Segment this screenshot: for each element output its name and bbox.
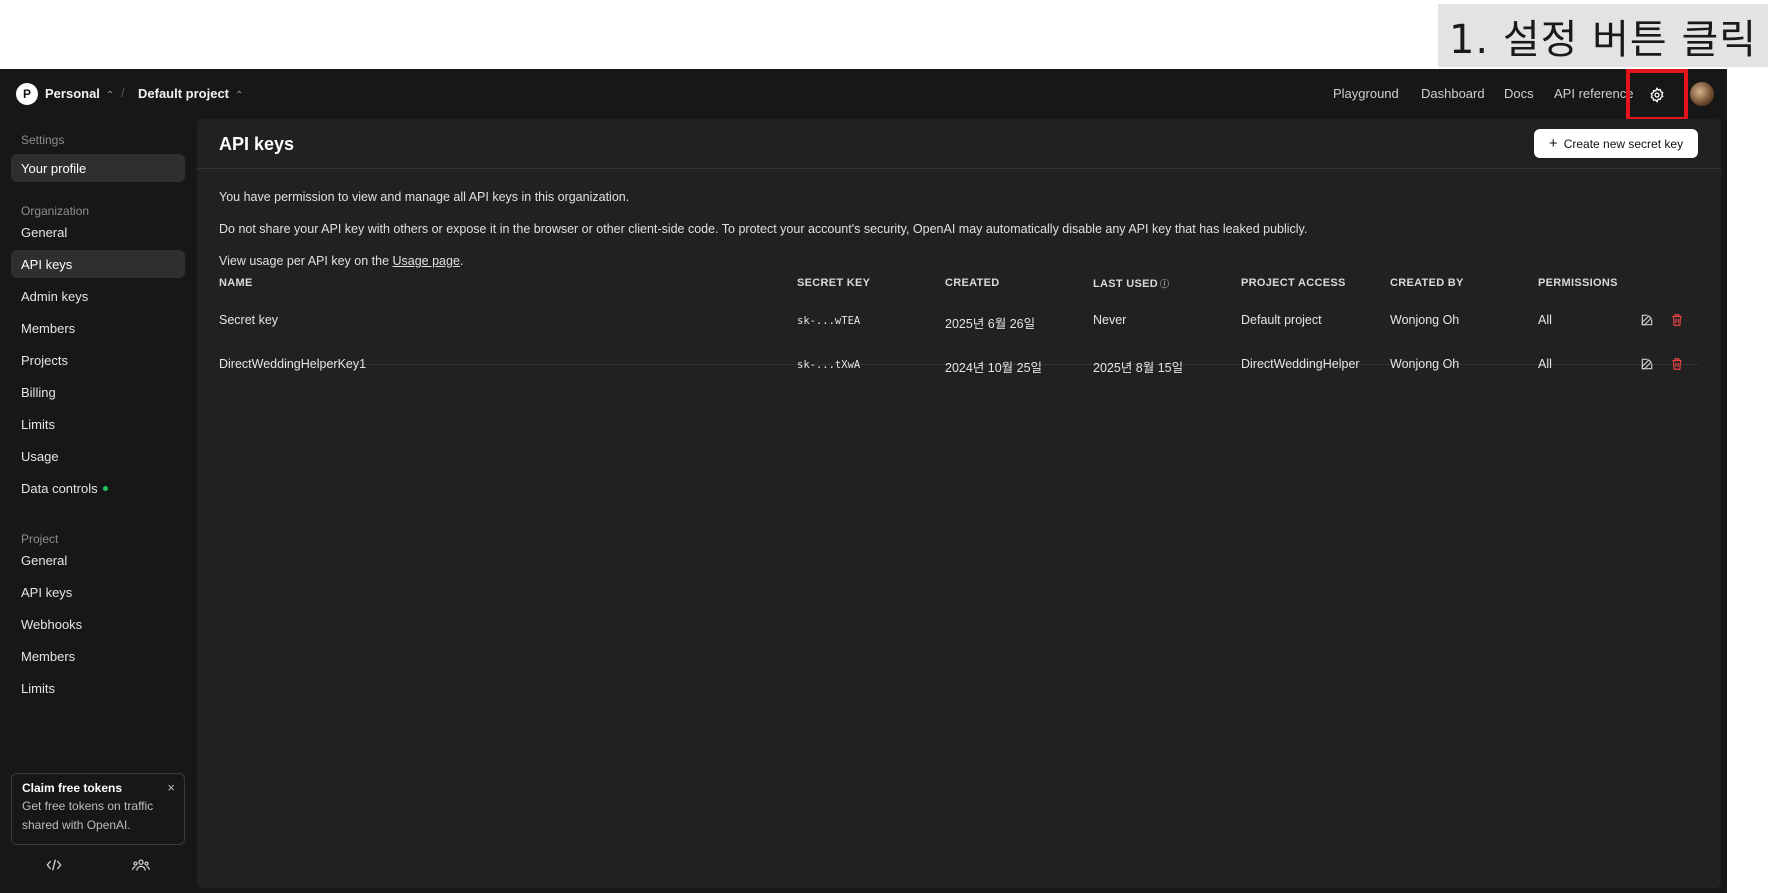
usage-note: View usage per API key on the Usage page… [219,254,463,268]
column-header-created: CREATED [945,277,1000,289]
sidebar-item-your-profile[interactable]: Your profile [11,154,185,182]
sidebar-item-project-general[interactable]: General [11,546,185,574]
chevron-updown-icon: ⌃ [235,90,244,101]
user-avatar[interactable] [1690,82,1714,106]
secret-key-value: sk-...wTEA [797,315,861,327]
nav-api-reference[interactable]: API reference [1554,86,1634,101]
project-access: DirectWeddingHelper [1241,357,1360,371]
sidebar-item-webhooks[interactable]: Webhooks [11,610,185,638]
sidebar-item-org-general[interactable]: General [11,218,185,246]
permissions: All [1538,357,1552,371]
security-note: Do not share your API key with others or… [219,222,1308,236]
page-title: API keys [219,134,295,154]
project-heading: Project [21,532,59,546]
permission-note: You have permission to view and manage a… [219,190,630,204]
sidebar-item-org-members[interactable]: Members [11,314,185,342]
sidebar-item-org-api-keys[interactable]: API keys [11,250,185,278]
secret-key-value: sk-...tXwA [797,359,861,371]
sidebar-item-project-api-keys[interactable]: API keys [11,578,185,606]
column-header-label: LAST USED [1093,278,1159,290]
created-by: Wonjong Oh [1390,313,1460,327]
last-used: 2025년 8월 15일 [1093,361,1184,375]
sidebar-item-org-limits[interactable]: Limits [11,410,185,438]
key-name: Secret key [219,313,279,327]
create-button-label: Create new secret key [1563,136,1684,151]
sidebar-item-data-controls[interactable]: Data controls [11,474,185,502]
sidebar-item-label: Data controls [21,480,98,496]
project-access: Default project [1241,313,1322,327]
column-header-last-used: LAST USED ⓘ [1093,277,1169,290]
delete-icon[interactable] [1668,311,1686,329]
table-row: Secret key sk-...wTEA 2025년 6월 26일 Never… [219,299,1698,343]
sidebar-item-billing[interactable]: Billing [11,378,185,406]
settings-button[interactable] [1626,69,1688,121]
main-panel: API keys + Create new secret key You hav… [197,119,1721,888]
promo-body: Get free tokens on traffic shared with O… [22,799,154,832]
table-row: DirectWeddingHelperKey1 sk-...tXwA 2024년… [219,343,1698,387]
community-icon[interactable] [132,858,150,877]
created-by: Wonjong Oh [1390,357,1460,371]
column-header-created-by: CREATED BY [1390,277,1464,289]
close-icon[interactable]: × [167,780,175,795]
project-name: Default project [138,86,230,101]
column-header-permissions: PERMISSIONS [1538,277,1618,289]
gear-icon [1650,87,1664,103]
nav-dashboard[interactable]: Dashboard [1421,86,1485,101]
org-avatar[interactable]: P [16,83,38,105]
usage-note-suffix: . [459,254,464,268]
sidebar-item-projects[interactable]: Projects [11,346,185,374]
create-secret-key-button[interactable]: + Create new secret key [1534,129,1698,158]
top-bar: P Personal ⌃ / Default project ⌃ Playgroun… [0,69,1727,121]
org-name: Personal [45,86,100,101]
organization-heading: Organization [21,204,90,218]
delete-icon[interactable] [1668,355,1686,373]
breadcrumb-separator: / [121,85,125,100]
edit-icon[interactable] [1638,311,1656,329]
settings-heading: Settings [21,133,65,147]
created-date: 2025년 6월 26일 [945,317,1036,331]
claim-tokens-card: Claim free tokens Get free tokens on tra… [11,773,185,845]
sidebar-item-project-limits[interactable]: Limits [11,674,185,702]
status-dot [102,485,108,491]
column-header-project-access: PROJECT ACCESS [1241,277,1346,289]
plus-icon: + [1548,135,1558,152]
promo-title: Claim free tokens [22,781,123,795]
sidebar-item-admin-keys[interactable]: Admin keys [11,282,185,310]
info-icon[interactable]: ⓘ [1160,279,1169,289]
org-switcher[interactable]: Personal ⌃ [45,86,114,101]
chevron-updown-icon: ⌃ [105,90,115,101]
nav-playground[interactable]: Playground [1333,86,1399,101]
nav-docs[interactable]: Docs [1504,86,1534,101]
page-margin [1727,69,1770,893]
annotation-label: 1. 설정 버튼 클릭 [1438,4,1768,67]
code-icon[interactable] [46,858,62,877]
edit-icon[interactable] [1638,355,1656,373]
last-used: Never [1093,313,1127,327]
app-window: P Personal ⌃ / Default project ⌃ Playgroun… [0,69,1727,893]
sidebar: Settings Your profile Organization Gener… [0,119,196,893]
created-date: 2024년 10월 25일 [945,361,1043,375]
permissions: All [1538,313,1552,327]
key-name: DirectWeddingHelperKey1 [219,357,367,371]
column-header-name: NAME [219,277,253,289]
sidebar-item-project-members[interactable]: Members [11,642,185,670]
usage-page-link[interactable]: Usage page [393,254,460,268]
header-divider [197,168,1721,169]
sidebar-item-usage[interactable]: Usage [11,442,185,470]
column-header-secret-key: SECRET KEY [797,277,871,289]
project-switcher[interactable]: Default project ⌃ [138,86,243,101]
usage-note-prefix: View usage per API key on the [219,254,393,268]
